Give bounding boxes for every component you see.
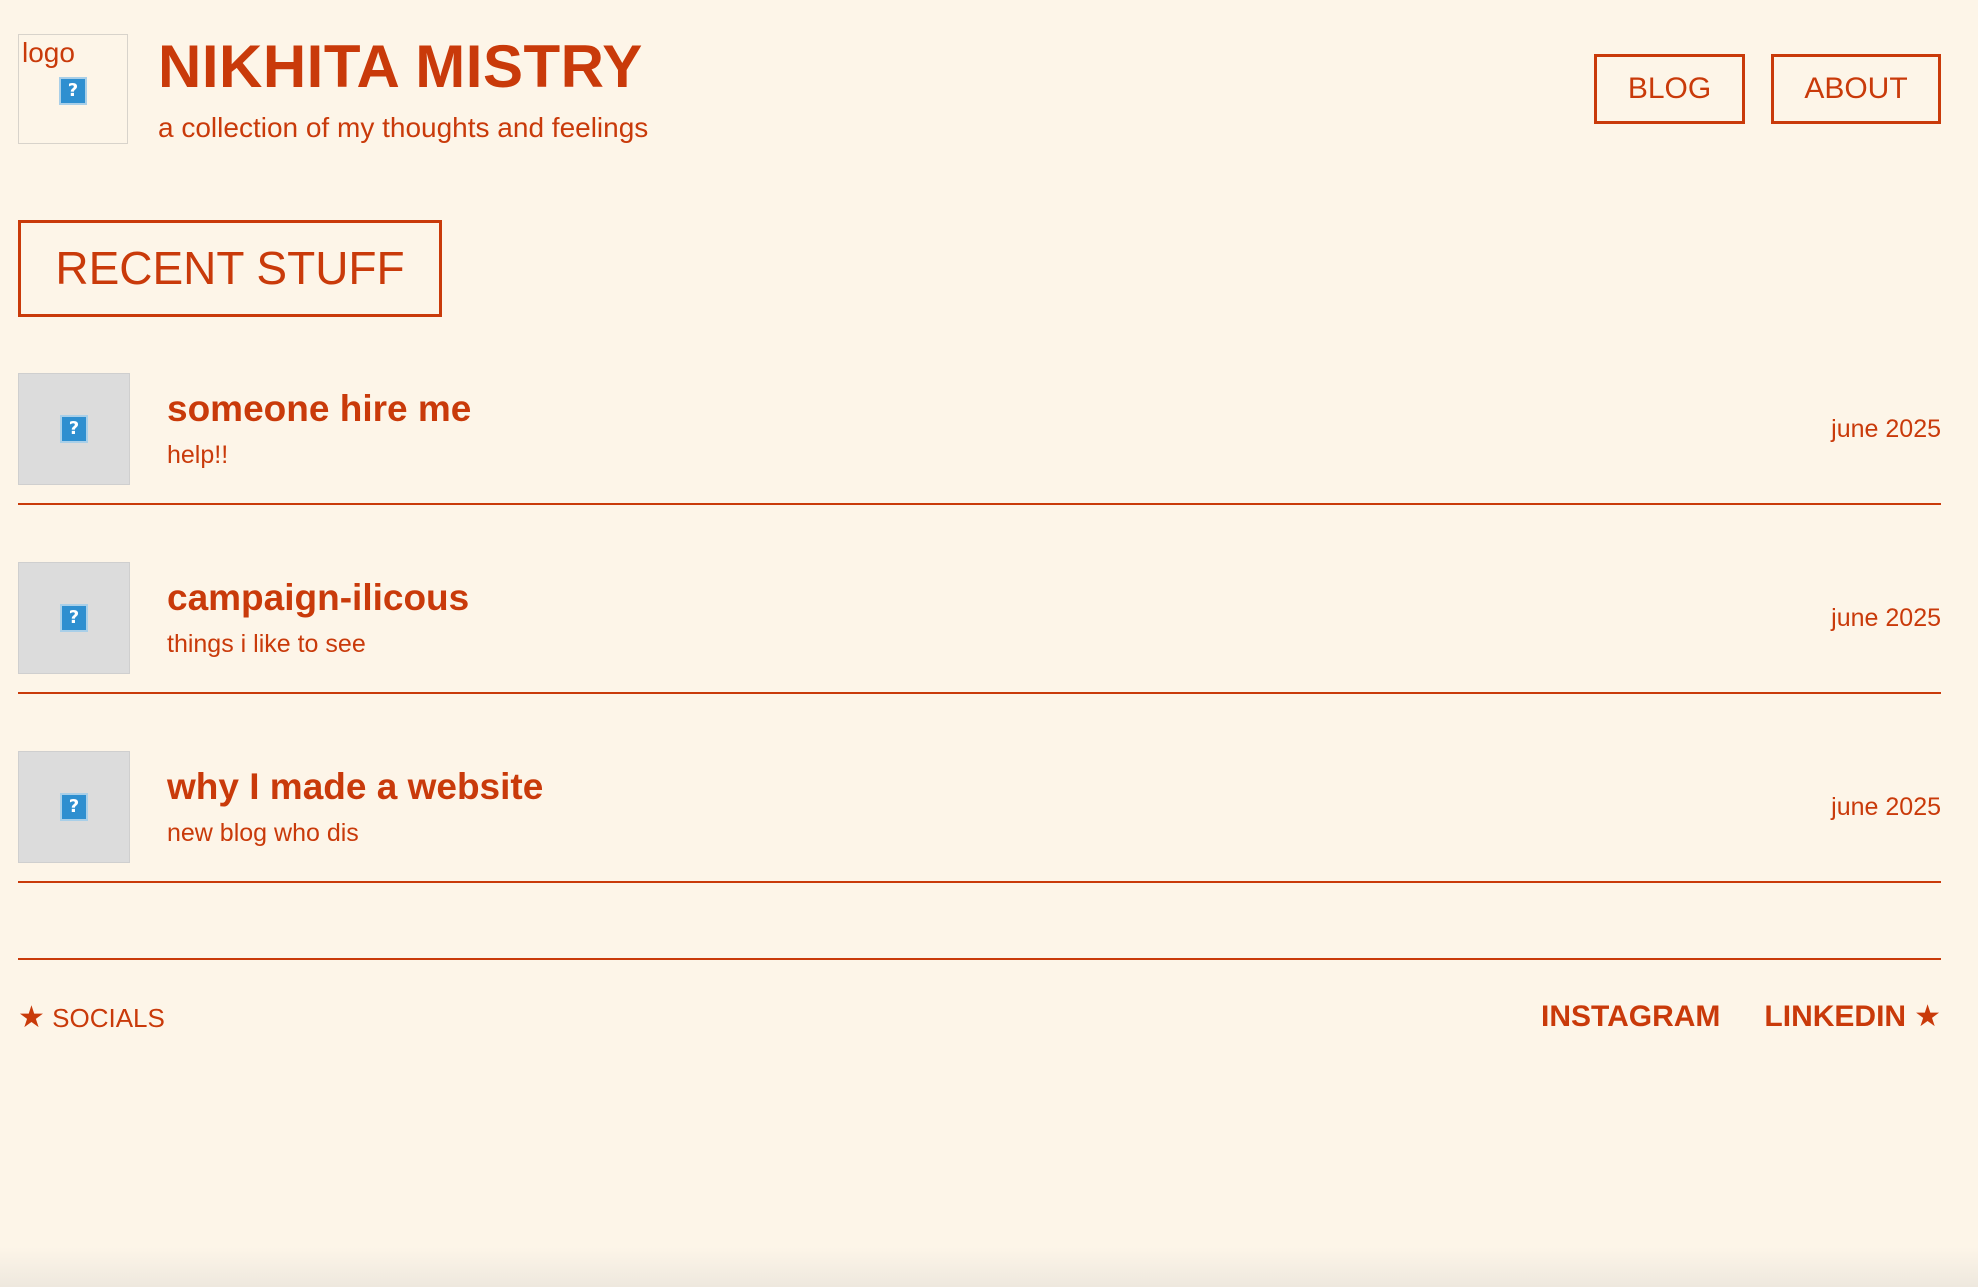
footer-divider	[18, 958, 1941, 960]
post-subtitle: things i like to see	[167, 630, 366, 658]
site-title: NIKHITA MISTRY	[158, 33, 643, 100]
post-date: june 2025	[1831, 415, 1941, 443]
socials-label: SOCIALS	[52, 1003, 165, 1033]
post-subtitle: new blog who dis	[167, 819, 359, 847]
post-list-item[interactable]: ? why I made a website new blog who dis …	[18, 751, 1941, 943]
star-icon: ★	[1914, 999, 1941, 1034]
post-date: june 2025	[1831, 604, 1941, 632]
post-thumbnail: ?	[18, 373, 130, 485]
post-subtitle: help!!	[167, 441, 229, 469]
divider	[18, 692, 1941, 694]
post-list-item[interactable]: ? someone hire me help!! june 2025	[18, 373, 1941, 565]
broken-image-icon: ?	[60, 793, 88, 821]
post-thumbnail: ?	[18, 562, 130, 674]
post-date: june 2025	[1831, 793, 1941, 821]
post-title[interactable]: campaign-ilicous	[167, 576, 469, 620]
divider	[18, 881, 1941, 883]
page: logo ? NIKHITA MISTRY a collection of my…	[18, 0, 1941, 1287]
footer-links: INSTAGRAM LINKEDIN ★	[1541, 997, 1941, 1037]
post-title[interactable]: someone hire me	[167, 387, 471, 431]
broken-image-icon: ?	[59, 77, 87, 105]
post-title[interactable]: why I made a website	[167, 765, 543, 809]
bottom-shade	[0, 1247, 1978, 1287]
post-thumbnail: ?	[18, 751, 130, 863]
section-heading: RECENT STUFF	[18, 220, 442, 317]
site-tagline: a collection of my thoughts and feelings	[158, 112, 649, 143]
logo-alt-text: logo	[22, 37, 75, 68]
broken-image-icon: ?	[60, 415, 88, 443]
logo[interactable]: logo ?	[18, 34, 128, 144]
instagram-link[interactable]: INSTAGRAM	[1541, 1000, 1720, 1033]
linkedin-link[interactable]: LINKEDIN	[1764, 1000, 1906, 1033]
nav-blog-button[interactable]: BLOG	[1594, 54, 1745, 124]
post-list-item[interactable]: ? campaign-ilicous things i like to see …	[18, 562, 1941, 754]
footer-socials-label: ★ SOCIALS	[18, 1000, 165, 1036]
nav-about-button[interactable]: ABOUT	[1771, 54, 1941, 124]
star-icon: ★	[18, 1000, 45, 1035]
divider	[18, 503, 1941, 505]
broken-image-icon: ?	[60, 604, 88, 632]
